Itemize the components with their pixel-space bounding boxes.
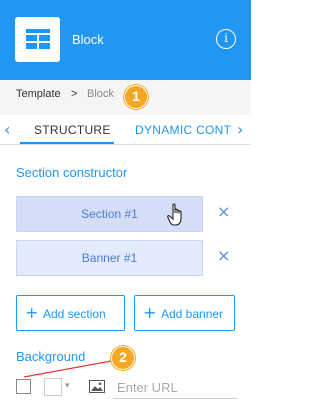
- tab-next-arrow[interactable]: ›: [237, 120, 243, 139]
- tab-bar: ‹ STRUCTURE DYNAMIC CONT ›: [0, 115, 251, 145]
- remove-section-1-icon[interactable]: ×: [217, 202, 230, 221]
- section-constructor-title: Section constructor: [16, 165, 128, 180]
- active-tab-indicator: [20, 142, 114, 144]
- info-icon[interactable]: i: [216, 29, 236, 49]
- grid-icon: [26, 29, 50, 49]
- breadcrumb-separator: >: [71, 88, 78, 100]
- breadcrumb-item-template[interactable]: Template: [16, 88, 61, 100]
- plus-icon: +: [25, 303, 39, 322]
- background-url-input[interactable]: [113, 377, 237, 399]
- list-item-banner-1[interactable]: Banner #1: [16, 240, 203, 276]
- background-checkbox[interactable]: [16, 379, 31, 394]
- header-title: Block: [72, 32, 104, 47]
- background-color-swatch[interactable]: [44, 378, 62, 396]
- add-section-label: Add section: [43, 307, 106, 321]
- add-banner-button[interactable]: + Add banner: [134, 295, 235, 331]
- hand-cursor-icon: [167, 203, 182, 226]
- tab-structure[interactable]: STRUCTURE: [34, 123, 111, 137]
- block-icon: [15, 17, 60, 62]
- chevron-down-icon[interactable]: ▾: [65, 380, 70, 391]
- breadcrumb-item-block: Block: [87, 88, 114, 100]
- tab-prev-arrow[interactable]: ‹: [4, 120, 10, 139]
- add-section-button[interactable]: + Add section: [16, 295, 125, 331]
- image-icon[interactable]: [89, 380, 105, 393]
- callout-marker-2: 2: [111, 346, 135, 370]
- plus-icon: +: [143, 303, 157, 322]
- add-banner-label: Add banner: [161, 307, 224, 321]
- block-header: Block i: [0, 0, 251, 80]
- callout-marker-1: 1: [124, 85, 148, 109]
- remove-banner-1-icon[interactable]: ×: [217, 246, 230, 265]
- tab-dynamic-content[interactable]: DYNAMIC CONT: [135, 123, 231, 137]
